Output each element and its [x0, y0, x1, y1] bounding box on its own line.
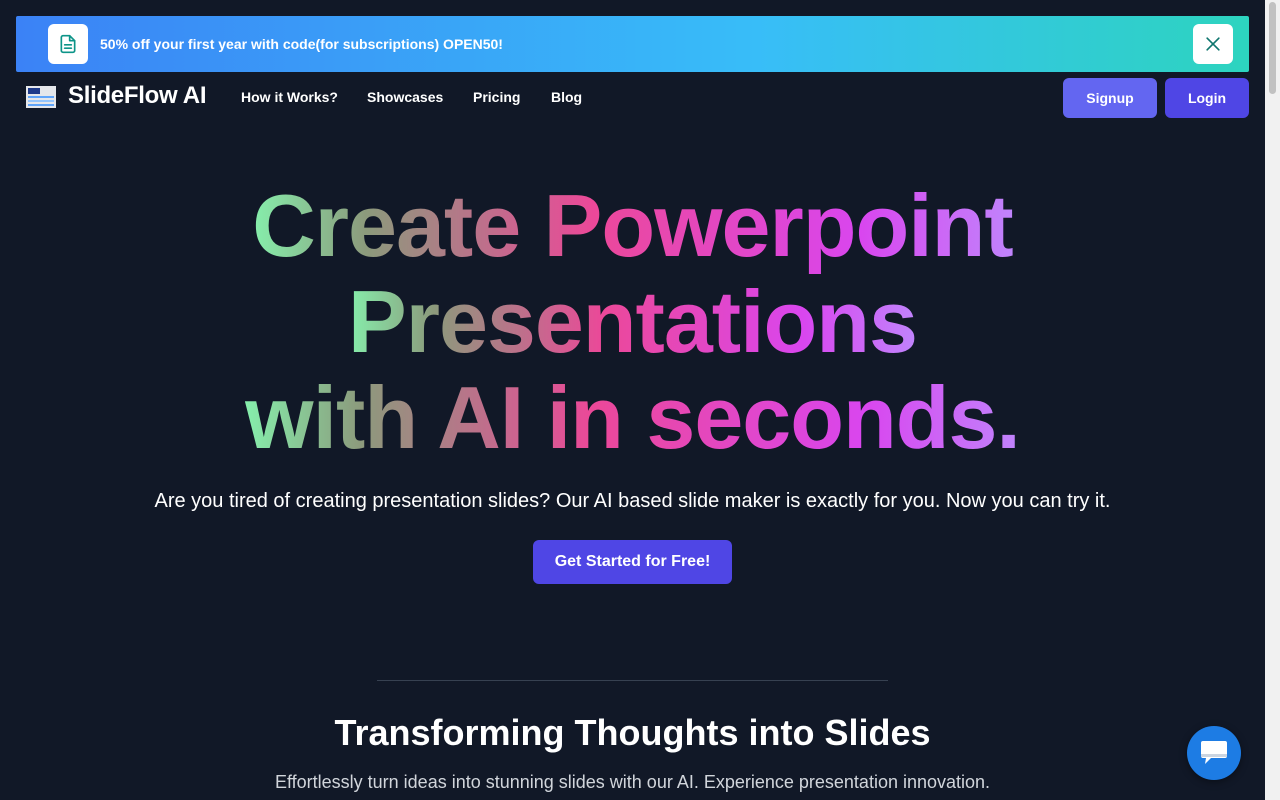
hero-title-line-3: with AI in seconds.: [245, 368, 1021, 467]
chat-bubble-icon: [1201, 741, 1227, 764]
get-started-button[interactable]: Get Started for Free!: [533, 540, 732, 584]
promo-text: 50% off your first year with code(for su…: [100, 36, 503, 52]
logo-text[interactable]: SlideFlow AI: [68, 82, 206, 110]
nav-showcases[interactable]: Showcases: [367, 89, 443, 105]
section-title: Transforming Thoughts into Slides: [334, 712, 931, 753]
hero-title-line-1: Create Powerpoint: [252, 176, 1013, 275]
nav-blog[interactable]: Blog: [551, 89, 582, 105]
top-navigation: SlideFlow AI How it Works? Showcases Pri…: [0, 72, 1265, 124]
nav-pricing[interactable]: Pricing: [473, 89, 520, 105]
hero-title-line-2: Presentations: [348, 272, 918, 371]
section-divider: [377, 680, 888, 681]
hero-title: Create Powerpoint Presentations with AI …: [0, 178, 1265, 466]
section-subtitle: Effortlessly turn ideas into stunning sl…: [274, 772, 991, 792]
scrollbar-thumb[interactable]: [1269, 2, 1276, 94]
chat-button[interactable]: [1187, 726, 1241, 780]
signup-button[interactable]: Signup: [1063, 78, 1157, 118]
banner-close-button[interactable]: [1193, 24, 1233, 64]
nav-how-it-works[interactable]: How it Works?: [241, 89, 338, 105]
page-scrollbar[interactable]: [1265, 0, 1280, 800]
promo-banner: 50% off your first year with code(for su…: [16, 16, 1249, 72]
close-icon: [1206, 37, 1220, 51]
document-icon: [48, 24, 88, 64]
hero-subtitle: Are you tired of creating presentation s…: [154, 490, 1111, 512]
login-button[interactable]: Login: [1165, 78, 1249, 118]
logo-icon[interactable]: [26, 86, 56, 108]
